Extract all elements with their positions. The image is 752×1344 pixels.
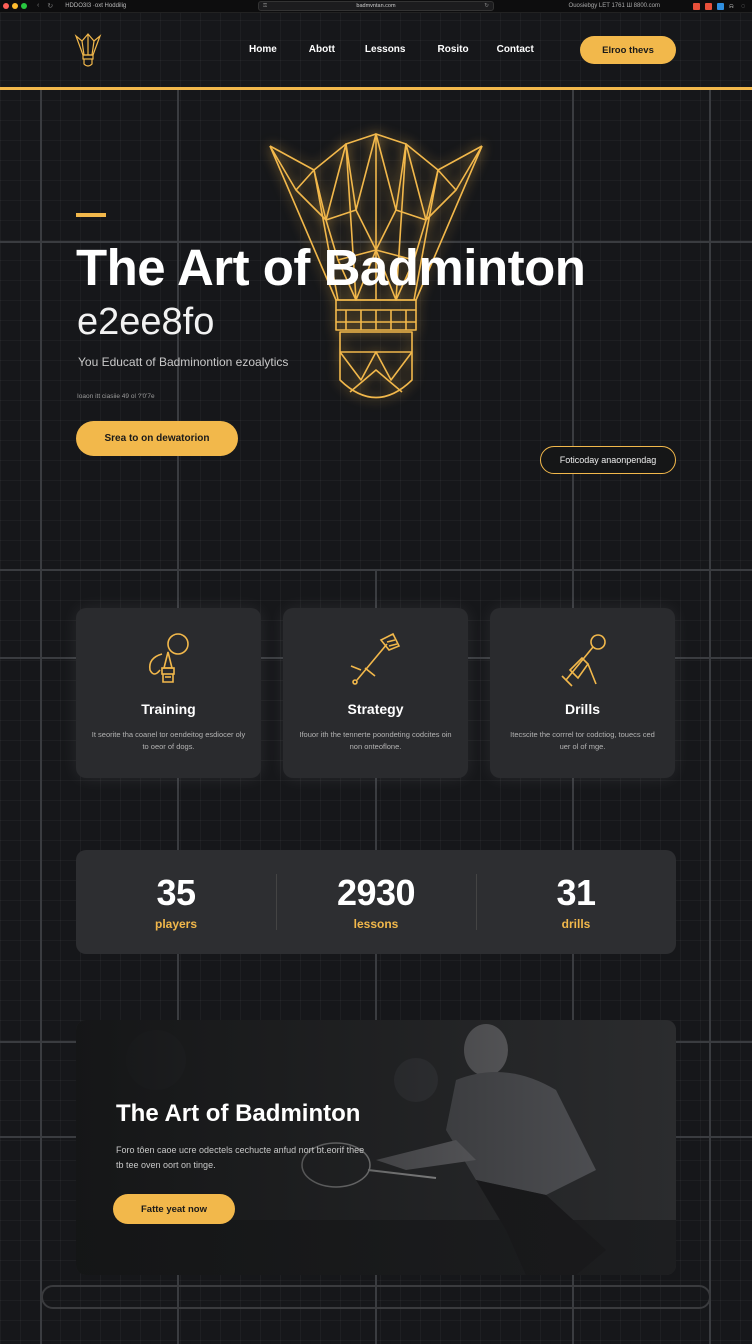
site-header: Home Abott Lessons Rosito Contact Elroo … bbox=[0, 13, 752, 89]
promo-banner: The Art of Badminton Foro tôen caoe ucre… bbox=[76, 1020, 676, 1275]
promo-description: Foro tôen caoe ucre odectels cechucte an… bbox=[116, 1145, 365, 1170]
extension-icon-3[interactable] bbox=[717, 2, 724, 10]
browser-toolbar: ‹ ↻ HDDO3I3 ·oxt Hoddilig ⚿ badmvntan.co… bbox=[0, 0, 752, 13]
hero-accent-bar bbox=[76, 213, 106, 217]
nav-about[interactable]: Abott bbox=[309, 44, 335, 55]
address-bar[interactable]: ⚿ badmvntan.com ↻ bbox=[258, 1, 494, 11]
extension-icon-1[interactable] bbox=[693, 2, 700, 10]
stat-label: drills bbox=[561, 917, 591, 931]
minimize-window-icon[interactable] bbox=[12, 3, 18, 9]
reload-icon[interactable]: ↻ bbox=[47, 2, 53, 10]
feature-description: Ifouor ith the tennerte poondeting codci… bbox=[299, 730, 452, 751]
lock-icon: ⚿ bbox=[263, 3, 268, 9]
back-icon[interactable]: ‹ bbox=[37, 2, 39, 10]
chat-icon[interactable]: ◌ bbox=[741, 3, 748, 10]
refresh-icon[interactable]: ↻ bbox=[484, 2, 489, 10]
close-window-icon[interactable] bbox=[3, 3, 9, 9]
feature-card-training[interactable]: Training It seorite tha coanel tor oende… bbox=[76, 608, 261, 778]
nav-rosito[interactable]: Rosito bbox=[437, 44, 468, 55]
stat-value: 2930 bbox=[336, 872, 416, 913]
hero-tagline: You Educatt of Badminontion ezoalytics bbox=[78, 355, 289, 369]
hero-primary-button[interactable]: Srea to on dewatorion bbox=[76, 421, 238, 456]
feature-title: Training bbox=[141, 701, 196, 717]
status-text: Ouosiebgy LET 1761 Ш 8800.com bbox=[568, 3, 660, 9]
nav-home[interactable]: Home bbox=[249, 44, 277, 55]
hero-secondary-button[interactable]: Foticoday anaonpendag bbox=[540, 446, 676, 474]
promo-title: The Art of Badminton bbox=[116, 1100, 361, 1127]
stat-players: 35 players bbox=[76, 850, 276, 954]
stat-value: 35 bbox=[156, 872, 196, 913]
feature-description: It seorite tha coanel tor oendeitog esdi… bbox=[91, 730, 246, 751]
feature-card-strategy[interactable]: Strategy Ifouor ith the tennerte poondet… bbox=[283, 608, 468, 778]
nav-lessons[interactable]: Lessons bbox=[365, 44, 406, 55]
maximize-window-icon[interactable] bbox=[21, 3, 27, 9]
shuttlecock-lightbulb-icon bbox=[148, 633, 189, 683]
drill-racket-icon bbox=[561, 634, 606, 687]
stat-label: lessons bbox=[353, 917, 399, 931]
bell-icon[interactable]: ⍾ bbox=[729, 3, 736, 10]
window-controls[interactable] bbox=[3, 3, 27, 9]
url-text[interactable]: badmvntan.com bbox=[356, 3, 395, 9]
feature-card-drills[interactable]: Drills Itecscite the corrrel tor codctio… bbox=[490, 608, 675, 778]
stat-label: players bbox=[154, 917, 198, 931]
stats-panel: 35 players 2930 lessons 31 drills bbox=[76, 850, 676, 954]
extension-icon-2[interactable] bbox=[705, 2, 712, 10]
hero-title: The Art of Badminton bbox=[76, 239, 586, 296]
racket-shuttle-icon bbox=[350, 632, 401, 685]
shuttlecock-icon[interactable] bbox=[74, 33, 102, 69]
stat-drills: 31 drills bbox=[476, 850, 676, 954]
hero-subtitle: e2ee8fo bbox=[77, 301, 215, 343]
stat-value: 31 bbox=[556, 872, 596, 913]
promo-button[interactable]: Fatte yeat now bbox=[113, 1194, 235, 1224]
feature-title: Strategy bbox=[347, 701, 404, 717]
feature-description: Itecscite the corrrel tor codctiog, toue… bbox=[510, 730, 655, 751]
header-divider bbox=[0, 87, 752, 90]
feature-title: Drills bbox=[564, 701, 600, 717]
footer-bar bbox=[41, 1285, 711, 1309]
hero-meta: Ioaon itt ciasiie 49 ol ?'0'7e bbox=[77, 393, 155, 400]
tab-title[interactable]: HDDO3I3 ·oxt Hoddilig bbox=[65, 3, 126, 9]
extension-tray: ⍾ ◌ bbox=[693, 2, 748, 10]
nav-contact[interactable]: Contact bbox=[497, 44, 534, 55]
header-cta-button[interactable]: Elroo thevs bbox=[580, 36, 676, 64]
main-nav: Home Abott Lessons Rosito Contact bbox=[249, 44, 534, 55]
stat-lessons: 2930 lessons bbox=[276, 850, 476, 954]
